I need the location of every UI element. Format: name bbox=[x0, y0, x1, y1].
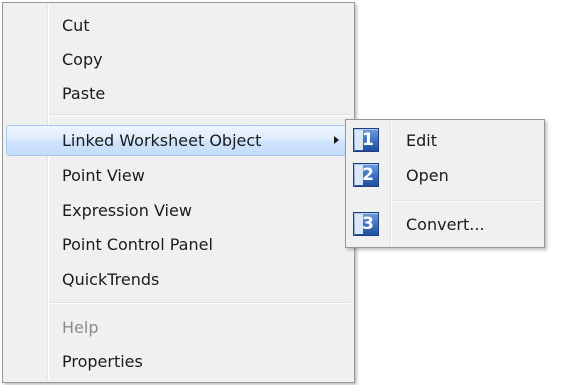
submenu-item-open[interactable]: 2 Open bbox=[349, 160, 541, 191]
number-three-icon: 3 bbox=[353, 212, 379, 236]
menu-item-point-control-panel[interactable]: Point Control Panel bbox=[6, 229, 351, 260]
submenu-item-edit[interactable]: 1 Edit bbox=[349, 125, 541, 156]
menu-item-label: Expression View bbox=[62, 201, 192, 220]
submenu-arrow-icon bbox=[334, 136, 339, 144]
menu-item-label: Paste bbox=[62, 84, 106, 103]
menu-item-label: Help bbox=[62, 318, 99, 337]
menu-separator bbox=[392, 200, 541, 202]
menu-item-label: Copy bbox=[62, 50, 103, 69]
menu-item-properties[interactable]: Properties bbox=[6, 346, 351, 377]
menu-item-label: Point Control Panel bbox=[62, 235, 213, 254]
menu-item-help: Help bbox=[6, 312, 351, 343]
submenu-item-convert[interactable]: 3 Convert... bbox=[349, 209, 541, 240]
number-one-icon: 1 bbox=[353, 128, 379, 152]
menu-item-copy[interactable]: Copy bbox=[6, 44, 351, 75]
menu-item-label: Linked Worksheet Object bbox=[62, 131, 262, 150]
context-menu: Cut Copy Paste Linked Worksheet Object P… bbox=[2, 2, 355, 383]
menu-item-point-view[interactable]: Point View bbox=[6, 160, 351, 191]
menu-item-paste[interactable]: Paste bbox=[6, 78, 351, 109]
menu-item-label: Convert... bbox=[406, 215, 485, 234]
menu-separator bbox=[49, 302, 351, 304]
menu-item-linked-worksheet-object[interactable]: Linked Worksheet Object bbox=[6, 125, 351, 156]
menu-item-label: Cut bbox=[62, 16, 90, 35]
menu-separator bbox=[49, 114, 351, 116]
menu-item-label: Edit bbox=[406, 131, 437, 150]
menu-item-label: Point View bbox=[62, 166, 145, 185]
number-two-icon: 2 bbox=[353, 163, 379, 187]
submenu-linked-worksheet-object: 1 Edit 2 Open 3 Convert... bbox=[345, 119, 545, 248]
menu-item-label: Properties bbox=[62, 352, 143, 371]
menu-item-label: Open bbox=[406, 166, 449, 185]
menu-item-label: QuickTrends bbox=[62, 270, 160, 289]
menu-item-expression-view[interactable]: Expression View bbox=[6, 195, 351, 226]
menu-item-cut[interactable]: Cut bbox=[6, 10, 351, 41]
menu-item-quicktrends[interactable]: QuickTrends bbox=[6, 264, 351, 295]
